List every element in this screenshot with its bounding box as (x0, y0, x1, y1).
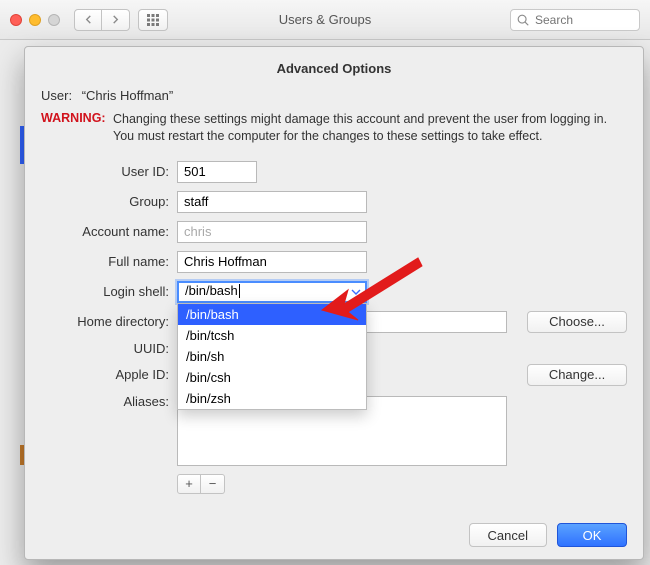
shell-option[interactable]: /bin/csh (178, 367, 366, 388)
login-shell-input[interactable]: /bin/bash (177, 281, 367, 303)
search-icon (516, 13, 530, 27)
change-button[interactable]: Change... (527, 364, 627, 386)
warning-text: Changing these settings might damage thi… (113, 111, 627, 145)
add-alias-button[interactable]: + (177, 474, 201, 494)
window-titlebar: Users & Groups (0, 0, 650, 40)
account-name-label: Account name: (51, 224, 169, 239)
text-caret (239, 284, 240, 298)
login-shell-dropdown-button[interactable] (346, 282, 366, 302)
warning-label: WARNING: (41, 111, 113, 145)
user-id-label: User ID: (51, 164, 169, 179)
login-shell-combo[interactable]: /bin/bash /bin/bash /bin/tcsh /bin/sh /b… (177, 281, 367, 303)
home-dir-label: Home directory: (51, 314, 169, 329)
user-label: User: (41, 88, 72, 103)
user-line: User: “Chris Hoffman” (41, 88, 627, 103)
user-id-input[interactable] (177, 161, 257, 183)
account-name-input (177, 221, 367, 243)
shell-option[interactable]: /bin/bash (178, 304, 366, 325)
apple-id-label: Apple ID: (51, 367, 169, 382)
choose-button[interactable]: Choose... (527, 311, 627, 333)
search-field-wrap (510, 9, 640, 31)
shell-option[interactable]: /bin/tcsh (178, 325, 366, 346)
form-rows: User ID: Group: Account name: Full name:… (51, 161, 627, 494)
ok-button[interactable]: OK (557, 523, 627, 547)
group-input[interactable] (177, 191, 367, 213)
aliases-plusminus: + − (177, 474, 627, 494)
shell-option[interactable]: /bin/sh (178, 346, 366, 367)
full-name-input[interactable] (177, 251, 367, 273)
shell-option[interactable]: /bin/zsh (178, 388, 366, 409)
user-name: “Chris Hoffman” (82, 88, 174, 103)
warning-line: WARNING: Changing these settings might d… (41, 111, 627, 145)
chevron-down-icon (351, 287, 361, 297)
remove-alias-button[interactable]: − (201, 474, 225, 494)
group-label: Group: (51, 194, 169, 209)
advanced-options-sheet: Advanced Options User: “Chris Hoffman” W… (24, 46, 644, 560)
aliases-label: Aliases: (51, 394, 169, 409)
cancel-button[interactable]: Cancel (469, 523, 547, 547)
login-shell-dropdown: /bin/bash /bin/tcsh /bin/sh /bin/csh /bi… (177, 303, 367, 410)
sheet-title: Advanced Options (41, 61, 627, 76)
login-shell-label: Login shell: (51, 284, 169, 299)
sheet-footer: Cancel OK (469, 523, 627, 547)
full-name-label: Full name: (51, 254, 169, 269)
uuid-label: UUID: (51, 341, 169, 356)
login-shell-value: /bin/bash (185, 283, 238, 298)
